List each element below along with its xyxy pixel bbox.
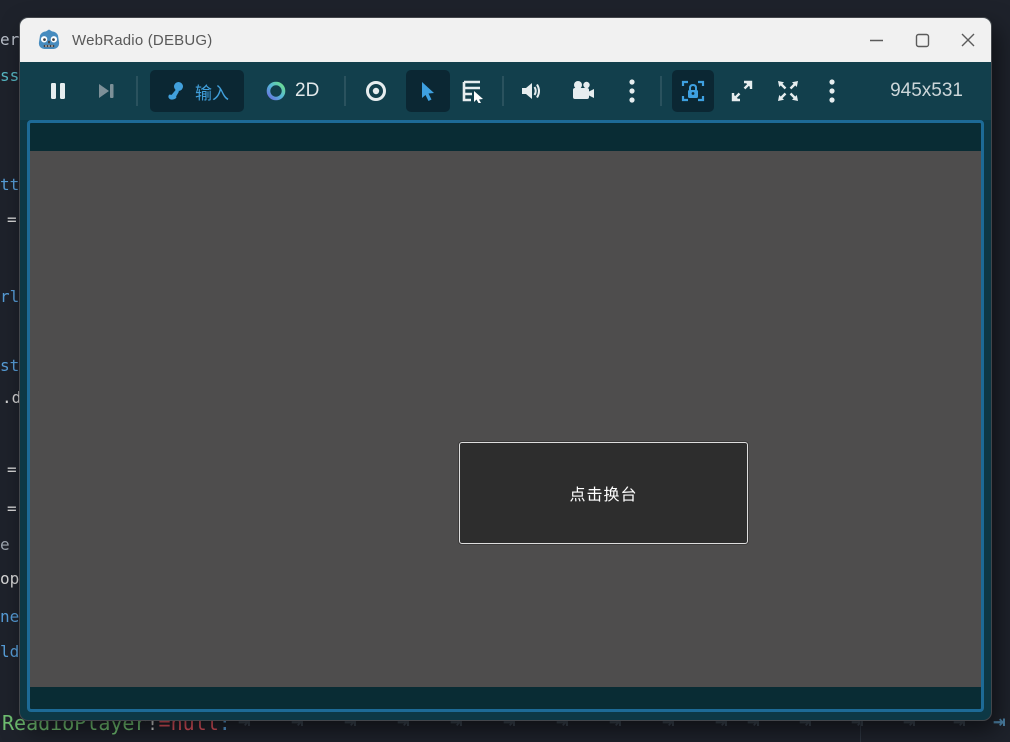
cursor-select-icon [417,80,439,102]
pause-button[interactable] [46,81,70,101]
camera-icon [571,80,595,102]
change-station-label: 点击换台 [569,481,637,505]
more-vertical-icon [628,78,636,104]
more-vertical-icon [828,78,836,104]
select-mode-button[interactable] [406,70,450,112]
game-render-area[interactable]: 点击换台 [30,151,981,687]
maximize-icon [915,33,930,48]
audio-mute-icon [519,80,543,102]
more-options-button[interactable] [620,78,644,104]
next-frame-button[interactable] [94,81,118,101]
embed-lock-button[interactable] [672,70,714,112]
fullscreen-corners-icon [730,79,754,103]
toolbar-separator [502,76,504,106]
audio-mute-button[interactable] [516,80,546,102]
toolbar-separator [660,76,662,106]
minimize-icon [869,33,884,48]
input-mode-button[interactable]: 输入 [150,70,244,112]
camera-override-2d-button[interactable]: 2D [252,70,332,112]
joystick-icon [165,80,187,102]
node-select-button[interactable] [458,79,488,103]
pause-icon [49,81,67,101]
fullscreen-button[interactable] [728,79,756,103]
window-controls [853,18,991,62]
code-fragment: = [7,500,17,518]
expand-window-button[interactable] [774,79,802,103]
code-fragment: ld [0,643,19,661]
game-viewport: 点击换台 [27,120,984,712]
visibility-button[interactable] [362,79,390,103]
code-fragment: = [7,211,17,229]
debug-toolbar: 输入 2D [20,62,991,120]
minimize-button[interactable] [853,18,899,62]
node-select-icon [460,79,486,103]
next-frame-icon [96,81,116,101]
close-button[interactable] [945,18,991,62]
expand-arrows-icon [776,79,800,103]
close-icon [960,32,976,48]
embed-lock-icon [681,79,705,103]
camera-button[interactable] [568,80,598,102]
maximize-button[interactable] [899,18,945,62]
toolbar-separator [136,76,138,106]
line-end-mark: ⇥ [993,709,1006,733]
toolbar-separator [344,76,346,106]
input-mode-label: 输入 [195,79,229,104]
window-title: WebRadio (DEBUG) [72,32,212,49]
letterbox-top [30,123,981,151]
eye-icon [364,79,388,103]
code-fragment: = [7,461,17,479]
camera-mode-label: 2D [295,80,319,102]
code-fragment: ne [0,608,19,626]
game-window: WebRadio (DEBUG) [20,18,991,720]
more-options-button[interactable] [820,78,844,104]
letterbox-bottom [30,687,981,709]
code-fragment: .d [2,389,21,407]
resolution-readout: 945x531 [890,80,975,102]
godot-icon [37,28,61,52]
change-station-button[interactable]: 点击换台 [459,442,748,544]
code-fragment: e [0,536,10,554]
ring-icon [265,80,287,102]
code-fragment: op [0,570,19,588]
titlebar: WebRadio (DEBUG) [20,18,991,62]
